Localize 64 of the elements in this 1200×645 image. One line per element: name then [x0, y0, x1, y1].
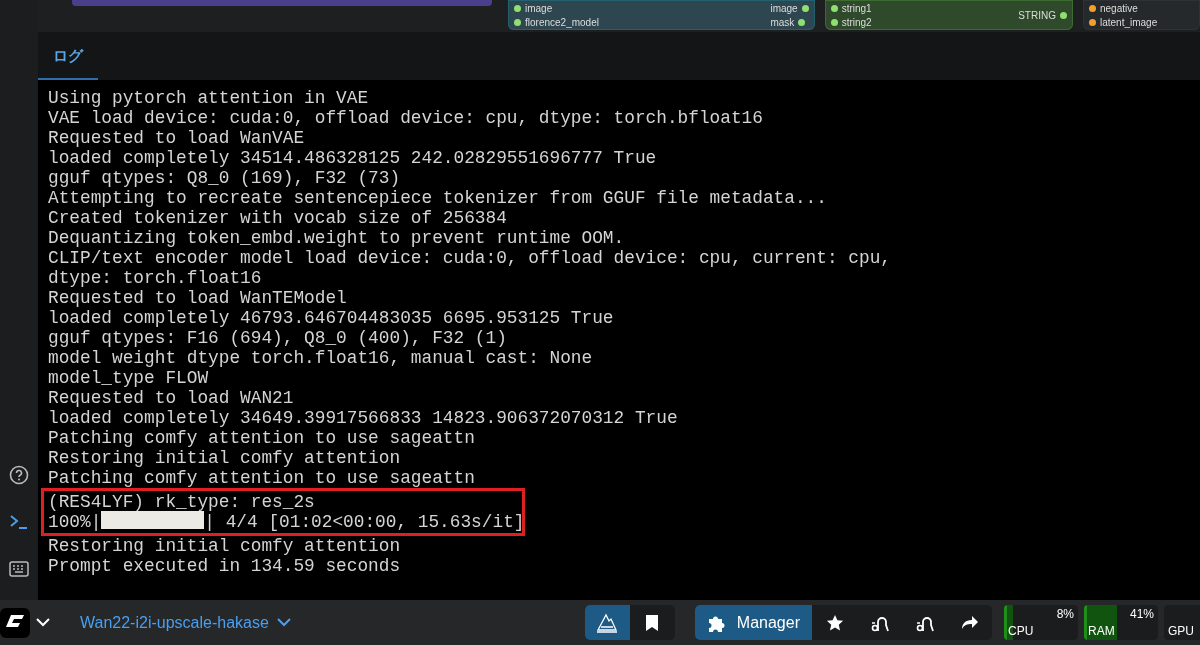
slot-dot[interactable]: [798, 18, 806, 26]
slot-dot[interactable]: [1088, 4, 1096, 12]
log-line: gguf qtypes: Q8_0 (169), F32 (73): [48, 168, 401, 188]
graph-node[interactable]: string1 string2 STRING: [824, 0, 1073, 30]
log-line: VAE load device: cuda:0, offload device: cpu, dtype: torch.bfloat16: [48, 108, 763, 128]
meter-label: CPU: [1008, 624, 1034, 638]
log-line: Patching comfy attention to use sageattn: [48, 468, 475, 488]
log-line: loaded completely 46793.646704483035 6695.953125 True: [48, 308, 614, 328]
log-line: Using pytorch attention in VAE: [48, 88, 369, 108]
slot-dot[interactable]: [1088, 18, 1096, 26]
graph-node[interactable]: negative latent_image: [1082, 0, 1200, 30]
input-label: latent_image: [1099, 15, 1158, 29]
log-line: loaded completely 34649.39917566833 14823.906372070312 True: [48, 408, 678, 428]
slot-dot[interactable]: [830, 4, 838, 12]
star-icon: [825, 613, 844, 632]
log-line: gguf qtypes: F16 (694), Q8_0 (400), F32 (1): [48, 328, 507, 348]
log-line: (RES4LYF) rk_type: res_2s: [48, 492, 315, 512]
workflow-dropdown[interactable]: Wan22-i2i-upscale-hakase: [80, 613, 291, 632]
input-label: string2: [841, 15, 872, 29]
mountain-button[interactable]: [584, 605, 630, 640]
log-line: Requested to load WanVAE: [48, 128, 305, 148]
log-line: Attempting to recreate sentencepiece tokenizer from GGUF file metadata...: [48, 188, 827, 208]
log-line: Requested to load WAN21: [48, 388, 294, 408]
slot-dot[interactable]: [1059, 11, 1067, 19]
chevron-icon: [276, 618, 291, 627]
slot-dot[interactable]: [801, 4, 809, 12]
meter-reading: 41%: [1129, 607, 1154, 621]
slot-dot[interactable]: [514, 18, 521, 26]
manager-button[interactable]: Manager: [694, 605, 812, 640]
log-tab[interactable]: ログ: [38, 47, 98, 80]
bookmark-icon: [645, 613, 660, 632]
graph-node[interactable]: [72, 0, 492, 6]
log-line: Requested to load WanTEModel: [48, 288, 347, 308]
log-line: CLIP/text encoder model load device: cuda:0, offload device: cpu, current: cpu,: [48, 248, 891, 268]
output-label: mask: [770, 15, 795, 29]
keyboard-icon[interactable]: [9, 560, 29, 577]
log-line: Created tokenizer with vocab size of 256384: [48, 208, 507, 228]
output-label: image: [770, 1, 798, 15]
input-label: string1: [841, 1, 872, 15]
log-line: Restoring initial comfy attention: [48, 536, 401, 556]
meter-reading: 8%: [1056, 607, 1074, 621]
log-line: model_type FLOW: [48, 368, 209, 388]
progress-percent: 100%|: [48, 512, 102, 532]
terminal-icon[interactable]: [9, 513, 29, 530]
graph-node[interactable]: image florence2_model image mask: [508, 0, 815, 30]
log-line: dtype: torch.float16: [48, 268, 262, 288]
progress-stats: | 4/4 [01:02<00:00, 15.63s/it]: [204, 512, 525, 532]
log-line: Prompt executed in 134.59 seconds: [48, 556, 401, 576]
app-logo[interactable]: [0, 607, 30, 638]
slot-dot[interactable]: [514, 4, 521, 12]
log-line: model weight dtype torch.float16, manual cast: None: [48, 348, 593, 368]
input-label: image: [525, 1, 553, 15]
output-label: STRING: [1018, 8, 1056, 22]
log-line: Dequantizing token_embd.weight to prevent runtime OOM.: [48, 228, 625, 248]
log-line: Restoring initial comfy attention: [48, 448, 401, 468]
input-label: negative: [1099, 1, 1138, 15]
meter-label: RAM: [1088, 624, 1115, 638]
log-line: loaded completely 34514.486328125 242.02829551696777 True: [48, 148, 657, 168]
slot-dot[interactable]: [830, 18, 838, 26]
help-icon[interactable]: [9, 464, 29, 485]
meter-label: GPU: [1168, 624, 1194, 638]
input-label: florence2_model: [525, 15, 599, 29]
log-line: Patching comfy attention to use sageattn: [48, 428, 475, 448]
share-icon: [960, 614, 979, 631]
